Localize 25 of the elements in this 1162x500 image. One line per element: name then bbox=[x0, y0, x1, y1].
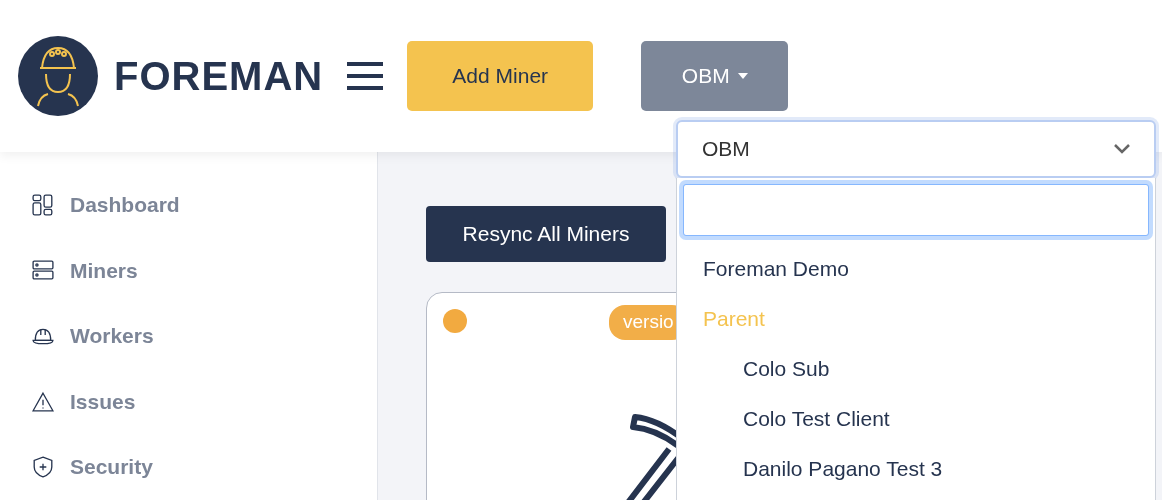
sidebar-item[interactable]: Dashboard bbox=[32, 172, 377, 238]
sidebar-item[interactable]: Issues bbox=[32, 368, 377, 435]
dropdown-option[interactable]: Foreman Demo bbox=[683, 244, 1149, 294]
dropdown-option[interactable]: Colo Sub bbox=[683, 344, 1149, 394]
select-value: OBM bbox=[702, 136, 750, 163]
resync-button[interactable]: Resync All Miners bbox=[426, 206, 666, 262]
group-label: Parent bbox=[702, 306, 766, 333]
dashboard-icon bbox=[32, 193, 54, 216]
menu-icon[interactable] bbox=[347, 62, 384, 90]
sidebar-item[interactable]: Workers bbox=[32, 303, 377, 369]
chevron-down-icon bbox=[1114, 144, 1130, 154]
organization-select[interactable]: OBM bbox=[676, 120, 1156, 178]
dropdown-option[interactable]: Danilo Pagano Test 3 bbox=[683, 444, 1149, 494]
shield-icon bbox=[32, 456, 54, 479]
add-miner-button[interactable]: Add Miner bbox=[407, 41, 594, 111]
sidebar-item[interactable]: Miners bbox=[32, 237, 377, 304]
warning-icon bbox=[32, 390, 54, 413]
server-icon bbox=[32, 259, 54, 282]
sidebar-item[interactable]: Security bbox=[32, 434, 377, 500]
dropdown-option[interactable]: Colo Test Client bbox=[683, 394, 1149, 444]
search-field[interactable] bbox=[683, 184, 1149, 236]
organization-dropdown-button[interactable]: OBM bbox=[641, 41, 789, 111]
caret-icon bbox=[737, 73, 748, 79]
logo-icon bbox=[18, 36, 98, 116]
logo-text: FOREMAN bbox=[114, 53, 324, 100]
